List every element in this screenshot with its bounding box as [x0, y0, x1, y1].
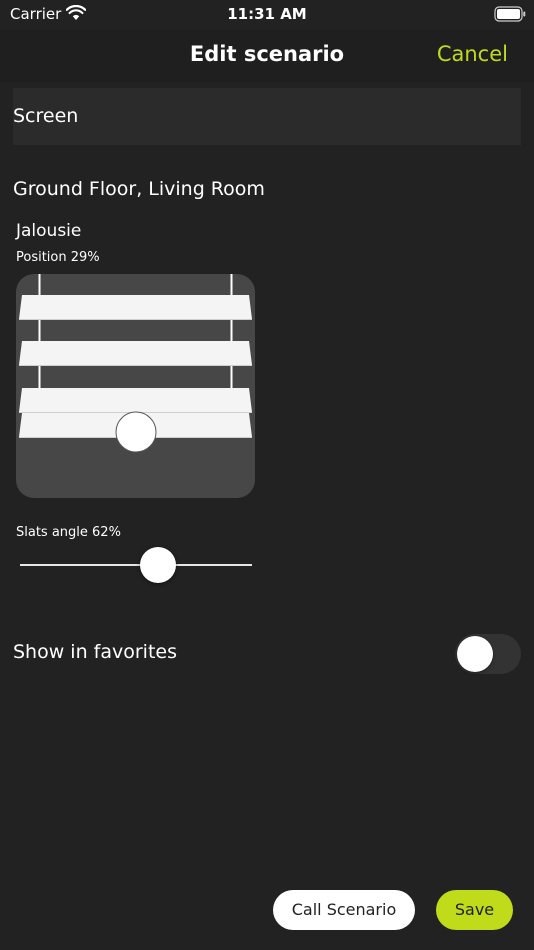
position-label: Position 29% [16, 250, 100, 265]
navigation-bar: Edit scenario Cancel [0, 30, 534, 82]
blind-slat [19, 295, 252, 319]
clock: 11:31 AM [227, 5, 307, 23]
save-button[interactable]: Save [436, 890, 513, 930]
battery-icon [494, 6, 526, 22]
scenario-name-field[interactable]: Screen [13, 88, 521, 145]
status-bar: Carrier 11:31 AM [0, 0, 534, 30]
slider-thumb[interactable] [139, 547, 176, 583]
favorites-toggle[interactable] [455, 634, 521, 674]
blind-slat [19, 341, 252, 365]
device-location: Ground Floor, Living Room [13, 178, 265, 200]
slider-track [20, 564, 252, 566]
favorites-label: Show in favorites [13, 641, 177, 663]
blind-position-control[interactable] [16, 274, 255, 498]
slats-angle-slider[interactable] [20, 546, 252, 584]
toggle-knob [457, 636, 493, 672]
position-thumb [115, 411, 157, 453]
blind-slat [19, 388, 252, 412]
slats-angle-label: Slats angle 62% [16, 525, 121, 540]
device-name: Jalousie [16, 221, 82, 241]
call-scenario-button[interactable]: Call Scenario [273, 890, 415, 930]
cancel-button[interactable]: Cancel [437, 42, 508, 66]
scenario-name-value: Screen [13, 105, 79, 127]
